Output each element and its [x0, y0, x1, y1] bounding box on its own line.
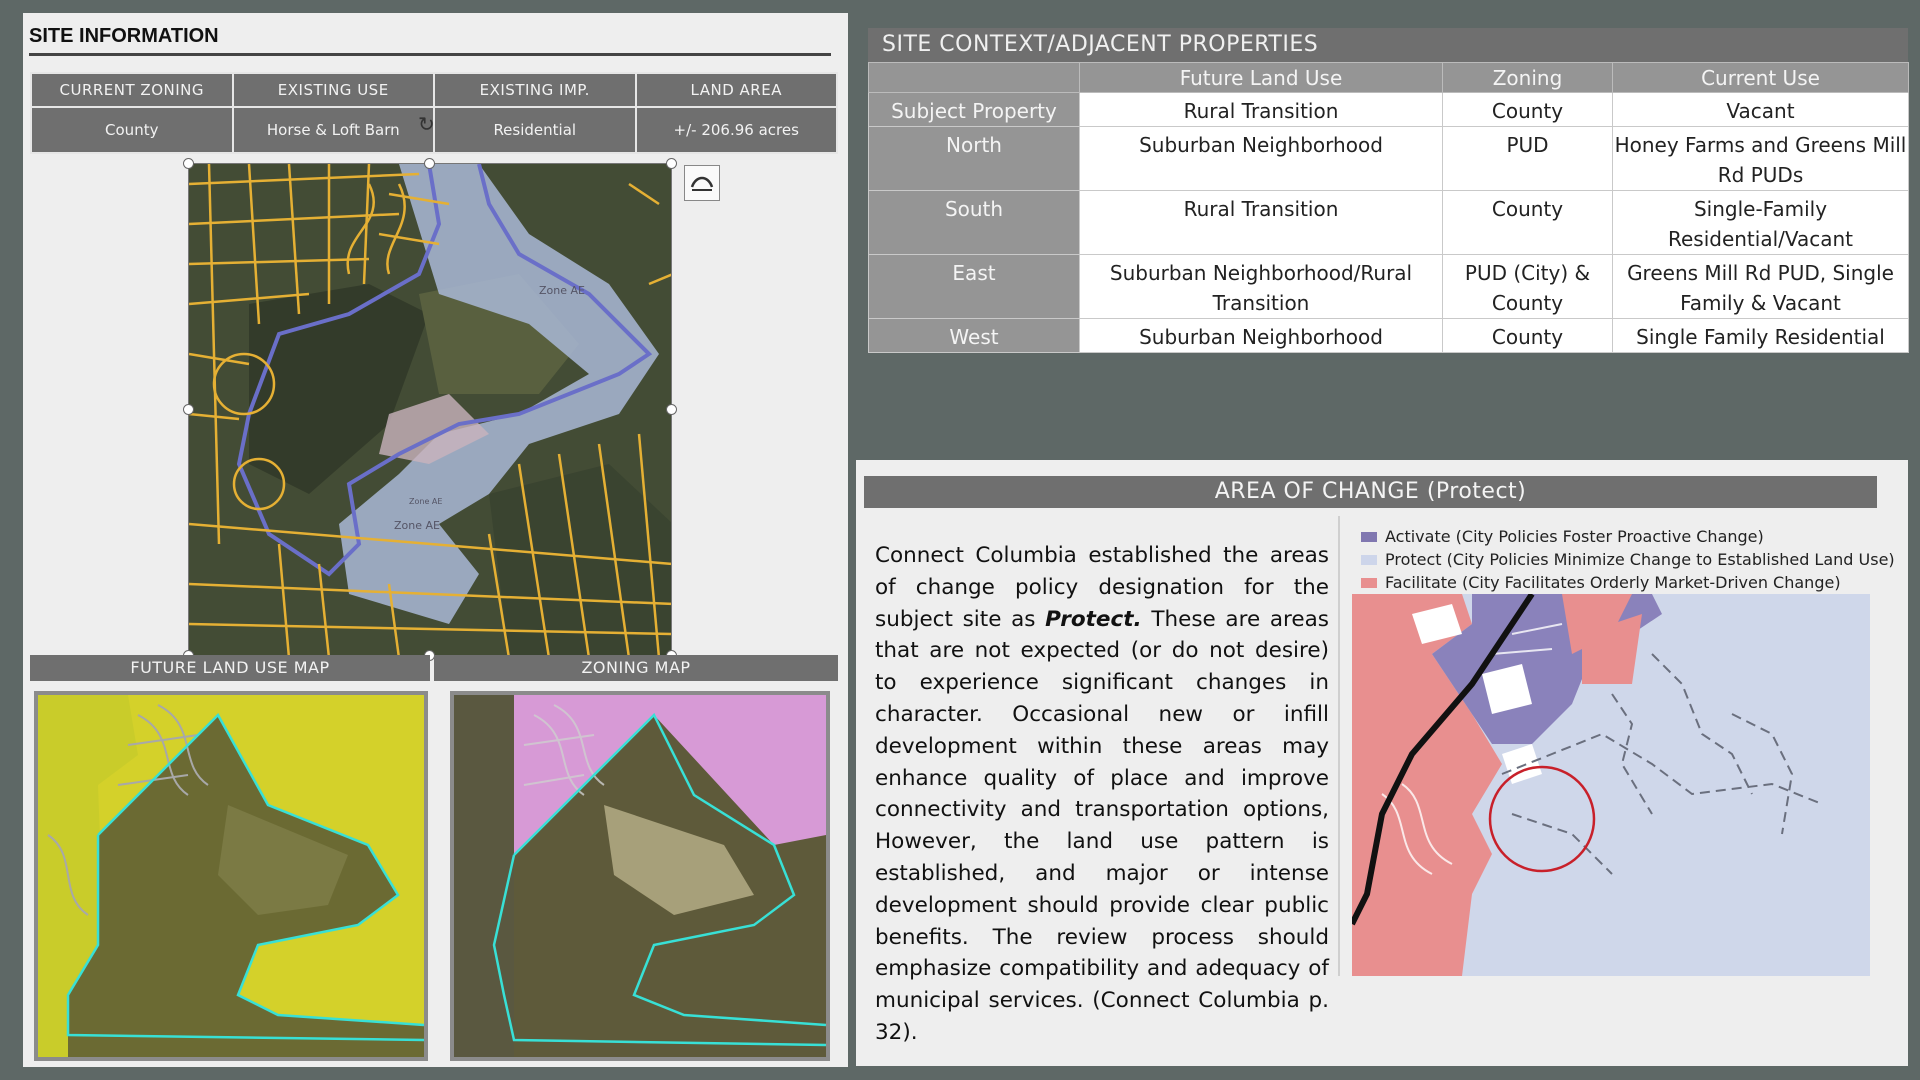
row-label: East — [868, 254, 1080, 319]
header-land-area: LAND AREA — [634, 72, 838, 108]
context-header-future-land-use: Future Land Use — [1079, 62, 1443, 93]
aerial-site-map[interactable]: Zone AE Zone AE Zone AE — [188, 163, 672, 657]
future-land-use-graphic — [38, 695, 424, 1057]
legend-label: Activate (City Policies Foster Proactive… — [1385, 527, 1764, 546]
site-information-title: SITE INFORMATION — [29, 25, 219, 47]
cell-zoning: County — [1442, 92, 1613, 127]
layout-options-icon[interactable] — [684, 165, 720, 201]
area-of-change-map[interactable] — [1352, 594, 1870, 976]
legend-item-protect: Protect (City Policies Minimize Change t… — [1361, 548, 1895, 571]
zone-label-3: Zone AE — [409, 497, 442, 506]
cell-current-use: Greens Mill Rd PUD, Single Family & Vaca… — [1612, 254, 1909, 319]
context-header-blank — [868, 62, 1080, 93]
cell-current-use: Single Family Residential — [1612, 318, 1909, 353]
cell-future-land-use: Suburban Neighborhood — [1079, 318, 1443, 353]
table-row: Subject Property Rural Transition County… — [868, 92, 1909, 127]
future-land-use-map[interactable] — [34, 691, 428, 1061]
header-current-zoning: CURRENT ZONING — [30, 72, 234, 108]
row-label: North — [868, 126, 1080, 191]
legend-item-activate: Activate (City Policies Foster Proactive… — [1361, 525, 1895, 548]
cell-zoning: PUD — [1442, 126, 1613, 191]
panel-divider — [1338, 516, 1340, 976]
table-row: East Suburban Neighborhood/Rural Transit… — [868, 254, 1909, 319]
resize-handle-e[interactable] — [666, 404, 677, 415]
site-table-header-row: CURRENT ZONING EXISTING USE EXISTING IMP… — [30, 72, 838, 108]
value-current-zoning: County — [30, 106, 234, 154]
site-context-table: Future Land Use Zoning Current Use Subje… — [868, 62, 1909, 353]
table-row: West Suburban Neighborhood County Single… — [868, 318, 1909, 353]
resize-handle-n[interactable] — [424, 158, 435, 169]
protect-swatch — [1361, 554, 1377, 565]
table-row: North Suburban Neighborhood PUD Honey Fa… — [868, 126, 1909, 191]
cell-future-land-use: Suburban Neighborhood/Rural Transition — [1079, 254, 1443, 319]
row-label: West — [868, 318, 1080, 353]
value-existing-imp: Residential — [433, 106, 637, 154]
site-information-panel: SITE INFORMATION CURRENT ZONING EXISTING… — [23, 13, 848, 1067]
zone-label-1: Zone AE — [539, 284, 585, 297]
resize-handle-nw[interactable] — [183, 158, 194, 169]
area-of-change-map-graphic — [1352, 594, 1870, 976]
description-emphasis: Protect. — [1045, 606, 1142, 632]
context-header-current-use: Current Use — [1612, 62, 1909, 93]
legend-label: Facilitate (City Facilitates Orderly Mar… — [1385, 573, 1841, 592]
description-text-end: These are areas that are not expected (o… — [875, 606, 1329, 1045]
table-row: South Rural Transition County Single-Fam… — [868, 190, 1909, 255]
area-of-change-panel: AREA OF CHANGE (Protect) Connect Columbi… — [856, 460, 1908, 1066]
cell-zoning: County — [1442, 190, 1613, 255]
site-context-title: SITE CONTEXT/ADJACENT PROPERTIES — [868, 28, 1908, 62]
site-context-panel: SITE CONTEXT/ADJACENT PROPERTIES Future … — [868, 28, 1909, 353]
cell-future-land-use: Rural Transition — [1079, 92, 1443, 127]
value-existing-use: Horse & Loft Barn — [231, 106, 435, 154]
header-existing-use: EXISTING USE — [231, 72, 435, 108]
cell-zoning: PUD (City) & County — [1442, 254, 1613, 319]
resize-handle-w[interactable] — [183, 404, 194, 415]
legend-item-facilitate: Facilitate (City Facilitates Orderly Mar… — [1361, 571, 1895, 594]
legend-label: Protect (City Policies Minimize Change t… — [1385, 550, 1895, 569]
rotate-handle-icon[interactable]: ↻ — [418, 112, 435, 137]
header-existing-imp: EXISTING IMP. — [433, 72, 637, 108]
row-label: Subject Property — [868, 92, 1080, 127]
cell-future-land-use: Suburban Neighborhood — [1079, 126, 1443, 191]
facilitate-swatch — [1361, 577, 1377, 588]
cell-future-land-use: Rural Transition — [1079, 190, 1443, 255]
zoning-map[interactable] — [450, 691, 830, 1061]
zoning-map-graphic — [454, 695, 826, 1057]
area-of-change-title: AREA OF CHANGE (Protect) — [864, 476, 1877, 508]
context-header-zoning: Zoning — [1442, 62, 1613, 93]
zoning-map-caption: ZONING MAP — [434, 655, 838, 681]
title-underline — [29, 53, 831, 56]
cell-zoning: County — [1442, 318, 1613, 353]
aerial-map-graphic: Zone AE Zone AE Zone AE — [189, 164, 671, 656]
cell-current-use: Honey Farms and Greens Mill Rd PUDs — [1612, 126, 1909, 191]
cell-current-use: Vacant — [1612, 92, 1909, 127]
zone-label-2: Zone AE — [394, 519, 440, 532]
value-land-area: +/- 206.96 acres — [634, 106, 838, 154]
row-label: South — [868, 190, 1080, 255]
area-of-change-legend: Activate (City Policies Foster Proactive… — [1361, 525, 1895, 594]
cell-current-use: Single-Family Residential/Vacant — [1612, 190, 1909, 255]
context-header-row: Future Land Use Zoning Current Use — [868, 62, 1909, 93]
future-land-use-caption: FUTURE LAND USE MAP — [30, 655, 430, 681]
resize-handle-ne[interactable] — [666, 158, 677, 169]
area-of-change-description: Connect Columbia established the areas o… — [875, 540, 1329, 1049]
activate-swatch — [1361, 531, 1377, 542]
